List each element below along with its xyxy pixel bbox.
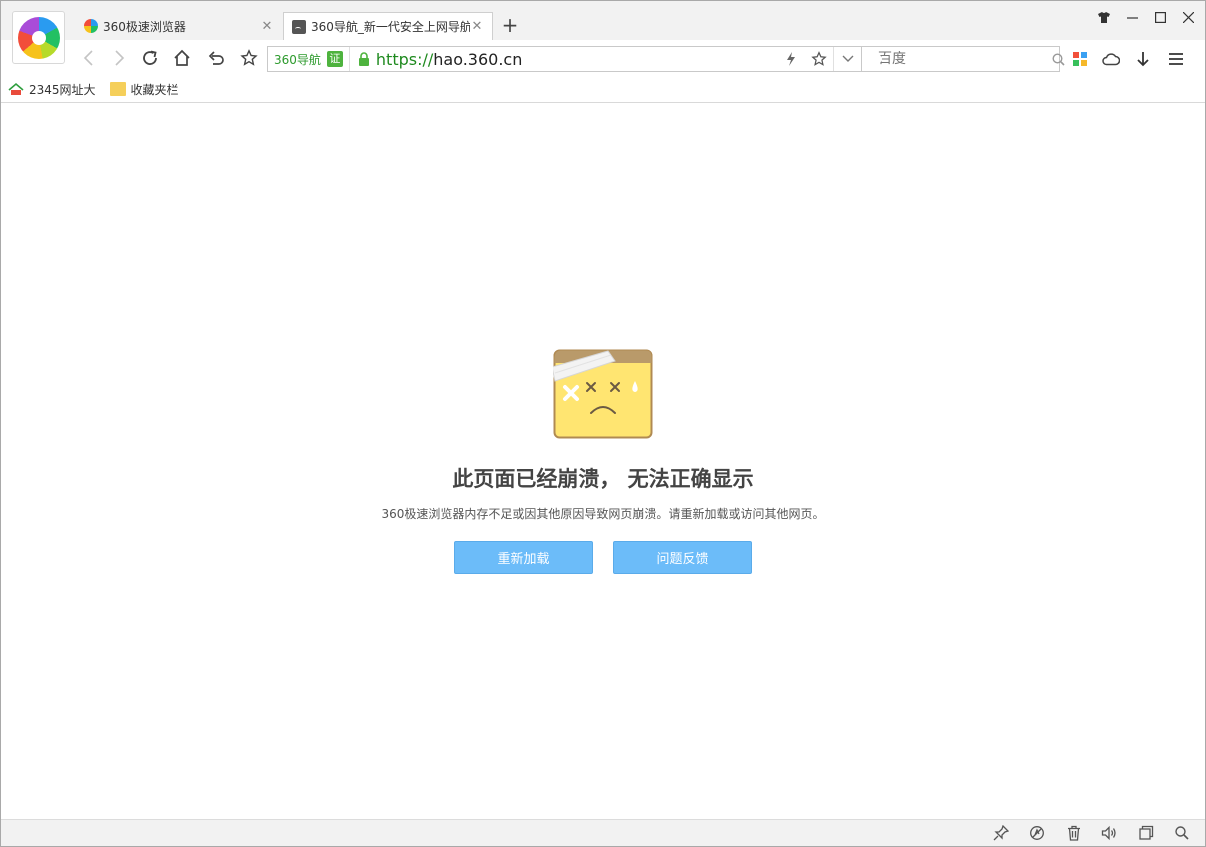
crash-title: 此页面已经崩溃， 无法正确显示 xyxy=(452,467,754,491)
2345-icon xyxy=(8,82,24,95)
back-button[interactable] xyxy=(77,46,101,70)
no-ad-icon[interactable] xyxy=(1029,825,1045,841)
new-tab-button[interactable]: + xyxy=(499,14,521,36)
status-bar xyxy=(1,819,1205,846)
forward-button[interactable] xyxy=(107,46,131,70)
close-icon[interactable]: ✕ xyxy=(260,19,274,34)
url-scheme: https:// xyxy=(375,49,434,69)
browser-window: 360极速浏览器 ✕ 360导航_新一代安全上网导航 ✕ + 360导航 证 h… xyxy=(0,0,1206,847)
certificate-icon: 证 xyxy=(326,51,343,67)
home-icon xyxy=(174,49,190,66)
tab-title: 360极速浏览器 xyxy=(103,19,186,34)
navigation-bar: 360导航 证 https:// hao.360.cn xyxy=(1,40,1205,76)
folder-icon xyxy=(109,82,126,96)
undo-icon xyxy=(208,51,224,65)
crash-description: 360极速浏览器内存不足或因其他原因导致网页崩溃。请重新加载或访问其他网页。 xyxy=(381,507,825,521)
search-icon xyxy=(1052,52,1065,66)
tab-hao360-active[interactable]: 360导航_新一代安全上网导航 ✕ xyxy=(283,12,493,40)
close-window-icon[interactable] xyxy=(1177,6,1199,28)
maximize-icon[interactable] xyxy=(1149,6,1171,28)
skin-shirt-icon[interactable] xyxy=(1093,6,1115,28)
cloud-icon xyxy=(1102,53,1120,66)
apps-grid-icon xyxy=(1073,52,1087,66)
tab-360-browser[interactable]: 360极速浏览器 ✕ xyxy=(76,12,282,40)
favorite-button[interactable] xyxy=(805,47,833,71)
bookmark-label: 2345网址大 xyxy=(29,82,96,97)
site-identity-badge[interactable]: 360导航 证 xyxy=(268,47,350,71)
speed-mode-button[interactable] xyxy=(777,47,805,71)
site-label: 360导航 xyxy=(274,52,321,67)
lock-icon xyxy=(358,52,369,66)
home-button[interactable] xyxy=(170,46,194,70)
search-input[interactable] xyxy=(878,51,1052,67)
window-controls xyxy=(1093,6,1199,28)
pinwheel-logo-icon xyxy=(17,16,60,59)
history-dropdown-button[interactable] xyxy=(833,47,861,71)
star-icon xyxy=(240,49,258,66)
reload-button[interactable]: 重新加载 xyxy=(454,541,593,574)
tab-strip: 360极速浏览器 ✕ 360导航_新一代安全上网导航 ✕ + xyxy=(1,1,1205,64)
tab-title: 360导航_新一代安全上网导航 xyxy=(311,20,470,34)
menu-button[interactable] xyxy=(1165,48,1187,70)
url-host: hao.360.cn xyxy=(433,49,523,69)
search-box[interactable] xyxy=(862,46,1065,72)
undo-close-button[interactable] xyxy=(204,46,228,70)
bookmark-2345[interactable]: 2345网址大 xyxy=(8,81,96,98)
arrow-left-icon xyxy=(83,50,93,66)
bookmark-label: 收藏夹栏 xyxy=(130,82,179,97)
sad-page-icon xyxy=(292,19,306,34)
search-button[interactable] xyxy=(1052,52,1065,66)
bookmark-favorites-folder[interactable]: 收藏夹栏 xyxy=(109,81,179,98)
window-restore-icon[interactable] xyxy=(1138,825,1154,841)
apps-button[interactable] xyxy=(1069,48,1091,70)
minimize-icon[interactable] xyxy=(1121,6,1143,28)
crash-actions: 重新加载 问题反馈 xyxy=(301,541,905,574)
feedback-button[interactable]: 问题反馈 xyxy=(613,541,752,574)
crashed-page-sad-face-icon xyxy=(553,349,653,439)
speaker-icon[interactable] xyxy=(1101,825,1117,841)
cloud-sync-button[interactable] xyxy=(1100,48,1122,70)
pinwheel-icon xyxy=(84,19,98,33)
crash-panel: 此页面已经崩溃， 无法正确显示 360极速浏览器内存不足或因其他原因导致网页崩溃… xyxy=(301,349,905,574)
page-content: 此页面已经崩溃， 无法正确显示 360极速浏览器内存不足或因其他原因导致网页崩溃… xyxy=(1,103,1205,819)
pin-icon[interactable] xyxy=(993,825,1009,841)
bookmarks-bar: 2345网址大 收藏夹栏 xyxy=(1,76,1205,103)
browser-logo[interactable] xyxy=(12,11,65,64)
refresh-icon xyxy=(143,50,157,65)
lightning-icon xyxy=(787,52,795,66)
refresh-button[interactable] xyxy=(138,46,162,70)
zoom-icon[interactable] xyxy=(1174,825,1190,841)
star-icon xyxy=(811,51,827,66)
bookmark-button[interactable] xyxy=(237,46,261,70)
download-button[interactable] xyxy=(1132,48,1154,70)
chevron-down-icon xyxy=(842,55,853,62)
arrow-right-icon xyxy=(115,50,125,66)
hamburger-menu-icon xyxy=(1169,53,1183,65)
download-arrow-icon xyxy=(1137,52,1149,67)
close-icon[interactable]: ✕ xyxy=(470,19,484,34)
trash-icon[interactable] xyxy=(1066,825,1082,841)
address-bar[interactable]: 360导航 证 https:// hao.360.cn xyxy=(267,46,862,72)
